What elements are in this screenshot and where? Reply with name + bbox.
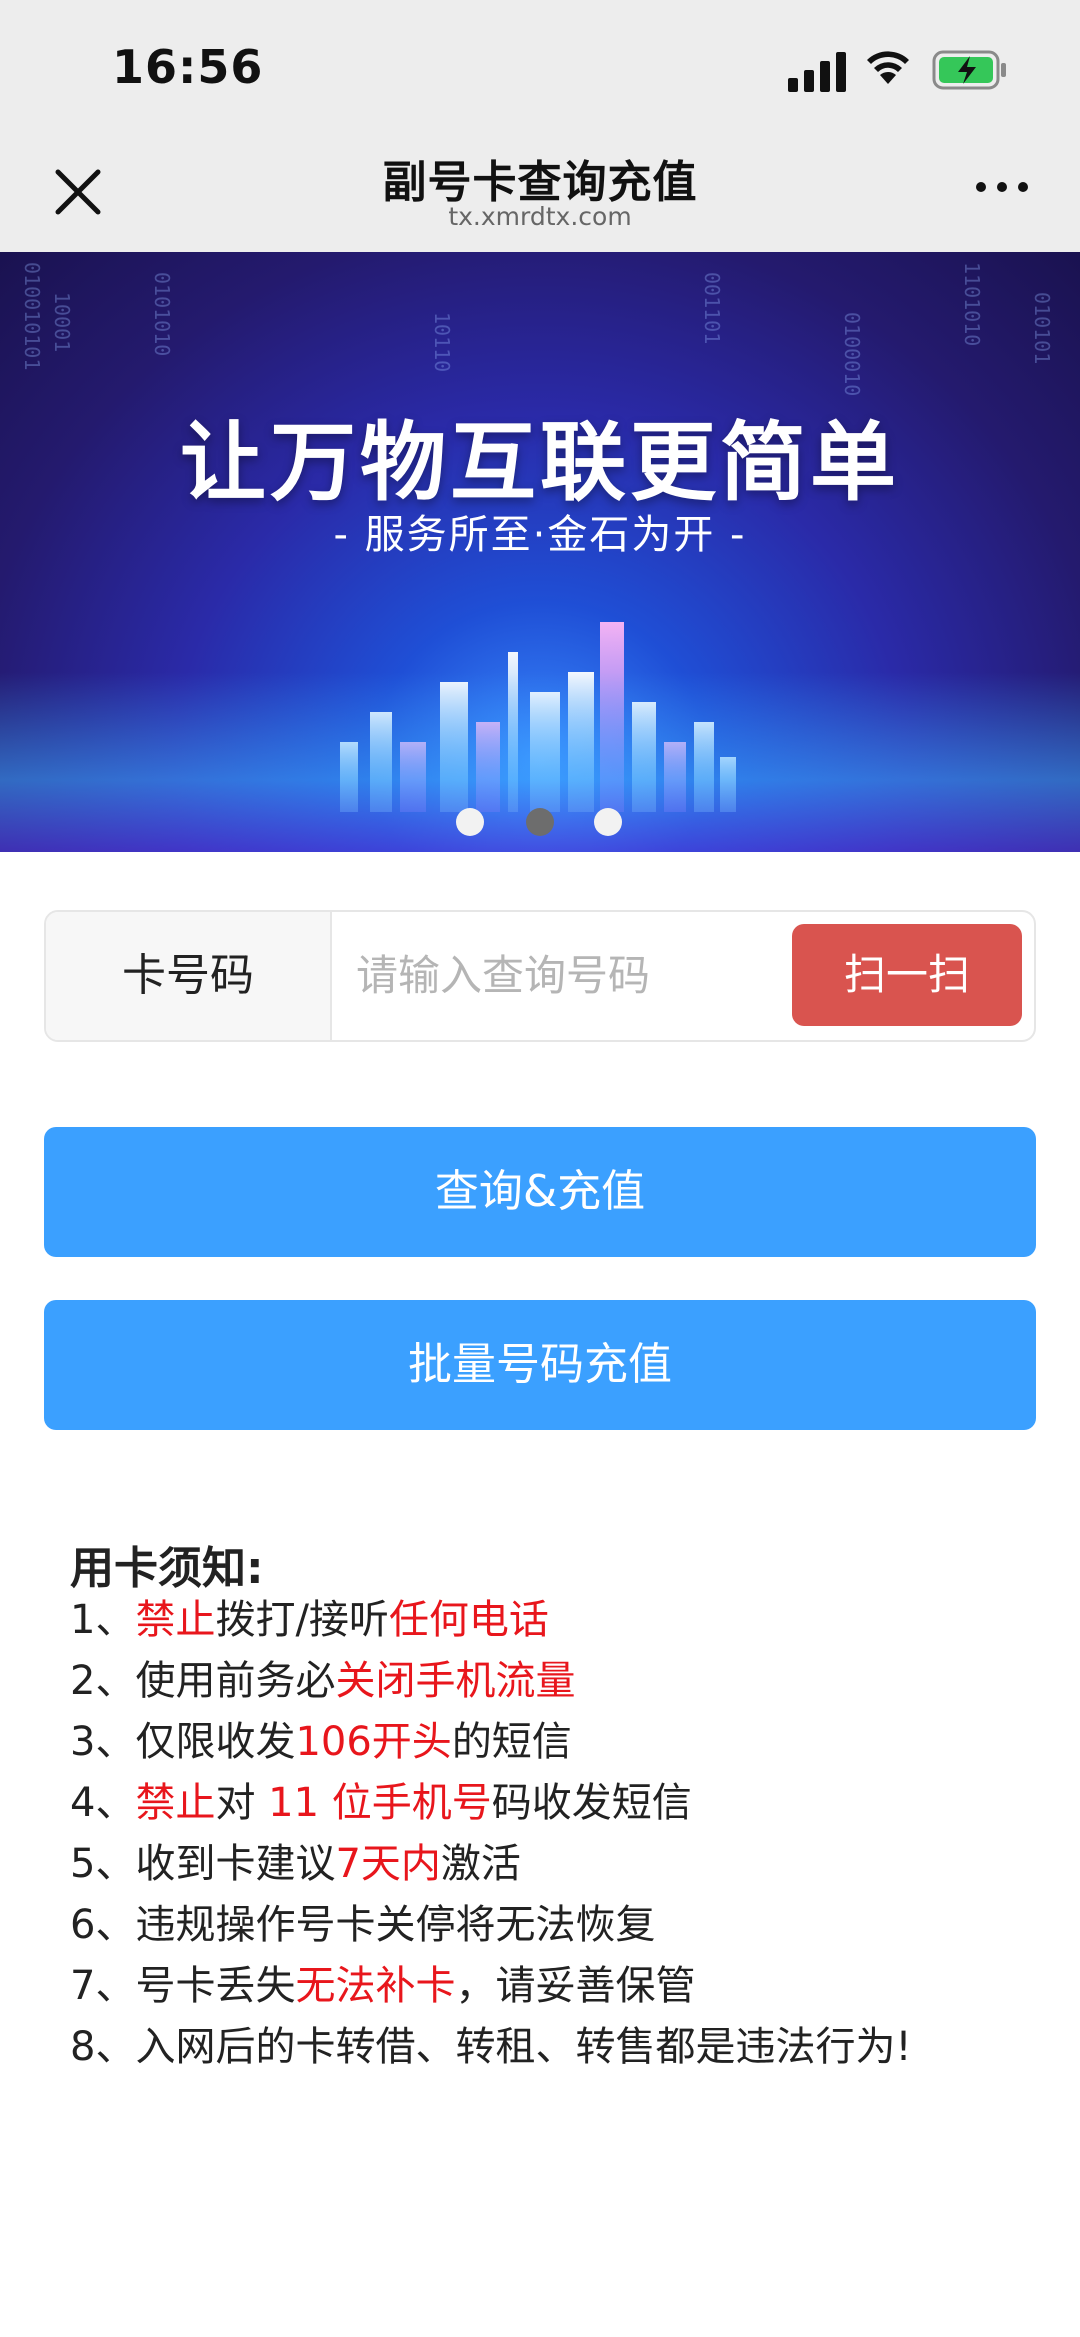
banner-digits-decoration: 010101 xyxy=(1030,292,1054,365)
notice-text: 8、入网后的卡转借、转租、转售都是违法行为! xyxy=(70,2024,912,2070)
page-url: tx.xmrdtx.com xyxy=(448,202,632,231)
banner-digits-decoration: 10110 xyxy=(430,312,454,373)
batch-recharge-button[interactable]: 批量号码充值 xyxy=(44,1300,1036,1430)
banner-digits-decoration: 1101010 xyxy=(960,262,984,347)
notice-highlight: 关闭手机流量 xyxy=(335,1658,576,1704)
notice-text: 6、违规操作号卡关停将无法恢复 xyxy=(70,1902,656,1948)
notice-item: 8、入网后的卡转借、转租、转售都是违法行为! xyxy=(70,2017,1050,2078)
banner-digits-decoration: 0100010 xyxy=(840,312,864,397)
title-bar: 副号卡查询充值 tx.xmrdtx.com xyxy=(0,130,1080,252)
notice-highlight: 7天内 xyxy=(335,1841,441,1887)
notice-text: 4、 xyxy=(70,1780,136,1826)
notice-highlight: 禁止 xyxy=(135,1597,216,1643)
notice-title: 用卡须知: xyxy=(70,1543,264,1594)
notice-text: 拨打/接听 xyxy=(215,1597,389,1643)
notice-item: 6、违规操作号卡关停将无法恢复 xyxy=(70,1895,1050,1956)
banner-digits-decoration: 010010101 xyxy=(20,262,44,371)
notice-text: 2、使用前务必 xyxy=(70,1658,336,1704)
notice-text: 3、仅限收发 xyxy=(70,1719,296,1765)
notice-highlight: 任何电话 xyxy=(388,1597,549,1643)
banner-subline: - 服务所至·金石为开 - xyxy=(333,512,747,558)
notice-text: 对 xyxy=(215,1780,269,1826)
notice-highlight: 106开头 xyxy=(295,1719,452,1765)
cellular-signal-icon xyxy=(788,50,848,92)
notice-text: 码收发短信 xyxy=(491,1780,692,1826)
notice-text: 5、收到卡建议 xyxy=(70,1841,336,1887)
status-bar: 16:56 xyxy=(0,0,1080,130)
notice-item: 7、号卡丢失无法补卡，请妥善保管 xyxy=(70,1956,1050,2017)
banner-headline: 让万物互联更简单 xyxy=(180,413,900,513)
usage-notice: 用卡须知: 1、禁止拨打/接听任何电话 2、使用前务必关闭手机流量 3、仅限收发10… xyxy=(70,1532,1050,2078)
notice-item: 4、禁止对 11 位手机号码收发短信 xyxy=(70,1773,1050,1834)
banner-digits-decoration: 10001 xyxy=(50,292,74,353)
notice-item: 3、仅限收发106开头的短信 xyxy=(70,1712,1050,1773)
notice-text: 1、 xyxy=(70,1597,136,1643)
banner-digits-decoration: 001101 xyxy=(700,272,724,345)
notice-text: 7、号卡丢失 xyxy=(70,1963,296,2009)
notice-item: 2、使用前务必关闭手机流量 xyxy=(70,1651,1050,1712)
notice-text: 的短信 xyxy=(451,1719,572,1765)
card-number-input[interactable]: 请输入查询号码 xyxy=(356,912,816,1040)
banner-carousel[interactable]: 010010101 10001 0101010 10110 001101 010… xyxy=(0,252,1080,852)
notice-item: 1、禁止拨打/接听任何电话 xyxy=(70,1590,1050,1651)
banner-digits-decoration: 0101010 xyxy=(150,272,174,357)
notice-list: 1、禁止拨打/接听任何电话 2、使用前务必关闭手机流量 3、仅限收发106开头的短信… xyxy=(70,1590,1050,2078)
card-number-label: 卡号码 xyxy=(46,912,332,1040)
battery-charging-icon xyxy=(932,50,1006,90)
carousel-dot-active[interactable] xyxy=(526,808,554,836)
status-time: 16:56 xyxy=(112,40,264,94)
notice-highlight: 11 位手机号 xyxy=(268,1780,492,1826)
notice-text: ，请妥善保管 xyxy=(455,1963,696,2009)
carousel-dot[interactable] xyxy=(456,808,484,836)
page-title: 副号卡查询充值 xyxy=(382,157,698,208)
wifi-icon xyxy=(867,51,909,84)
notice-highlight: 无法补卡 xyxy=(295,1963,456,2009)
carousel-dot[interactable] xyxy=(594,808,622,836)
query-recharge-button[interactable]: 查询&充值 xyxy=(44,1127,1036,1257)
notice-text: 激活 xyxy=(440,1841,521,1887)
notice-item: 5、收到卡建议7天内激活 xyxy=(70,1834,1050,1895)
card-number-input-row: 卡号码 请输入查询号码 扫一扫 xyxy=(44,910,1036,1042)
scan-button[interactable]: 扫一扫 xyxy=(792,924,1022,1026)
notice-highlight: 禁止 xyxy=(135,1780,216,1826)
more-options-icon[interactable] xyxy=(972,182,1032,202)
carousel-indicators xyxy=(0,808,1080,838)
